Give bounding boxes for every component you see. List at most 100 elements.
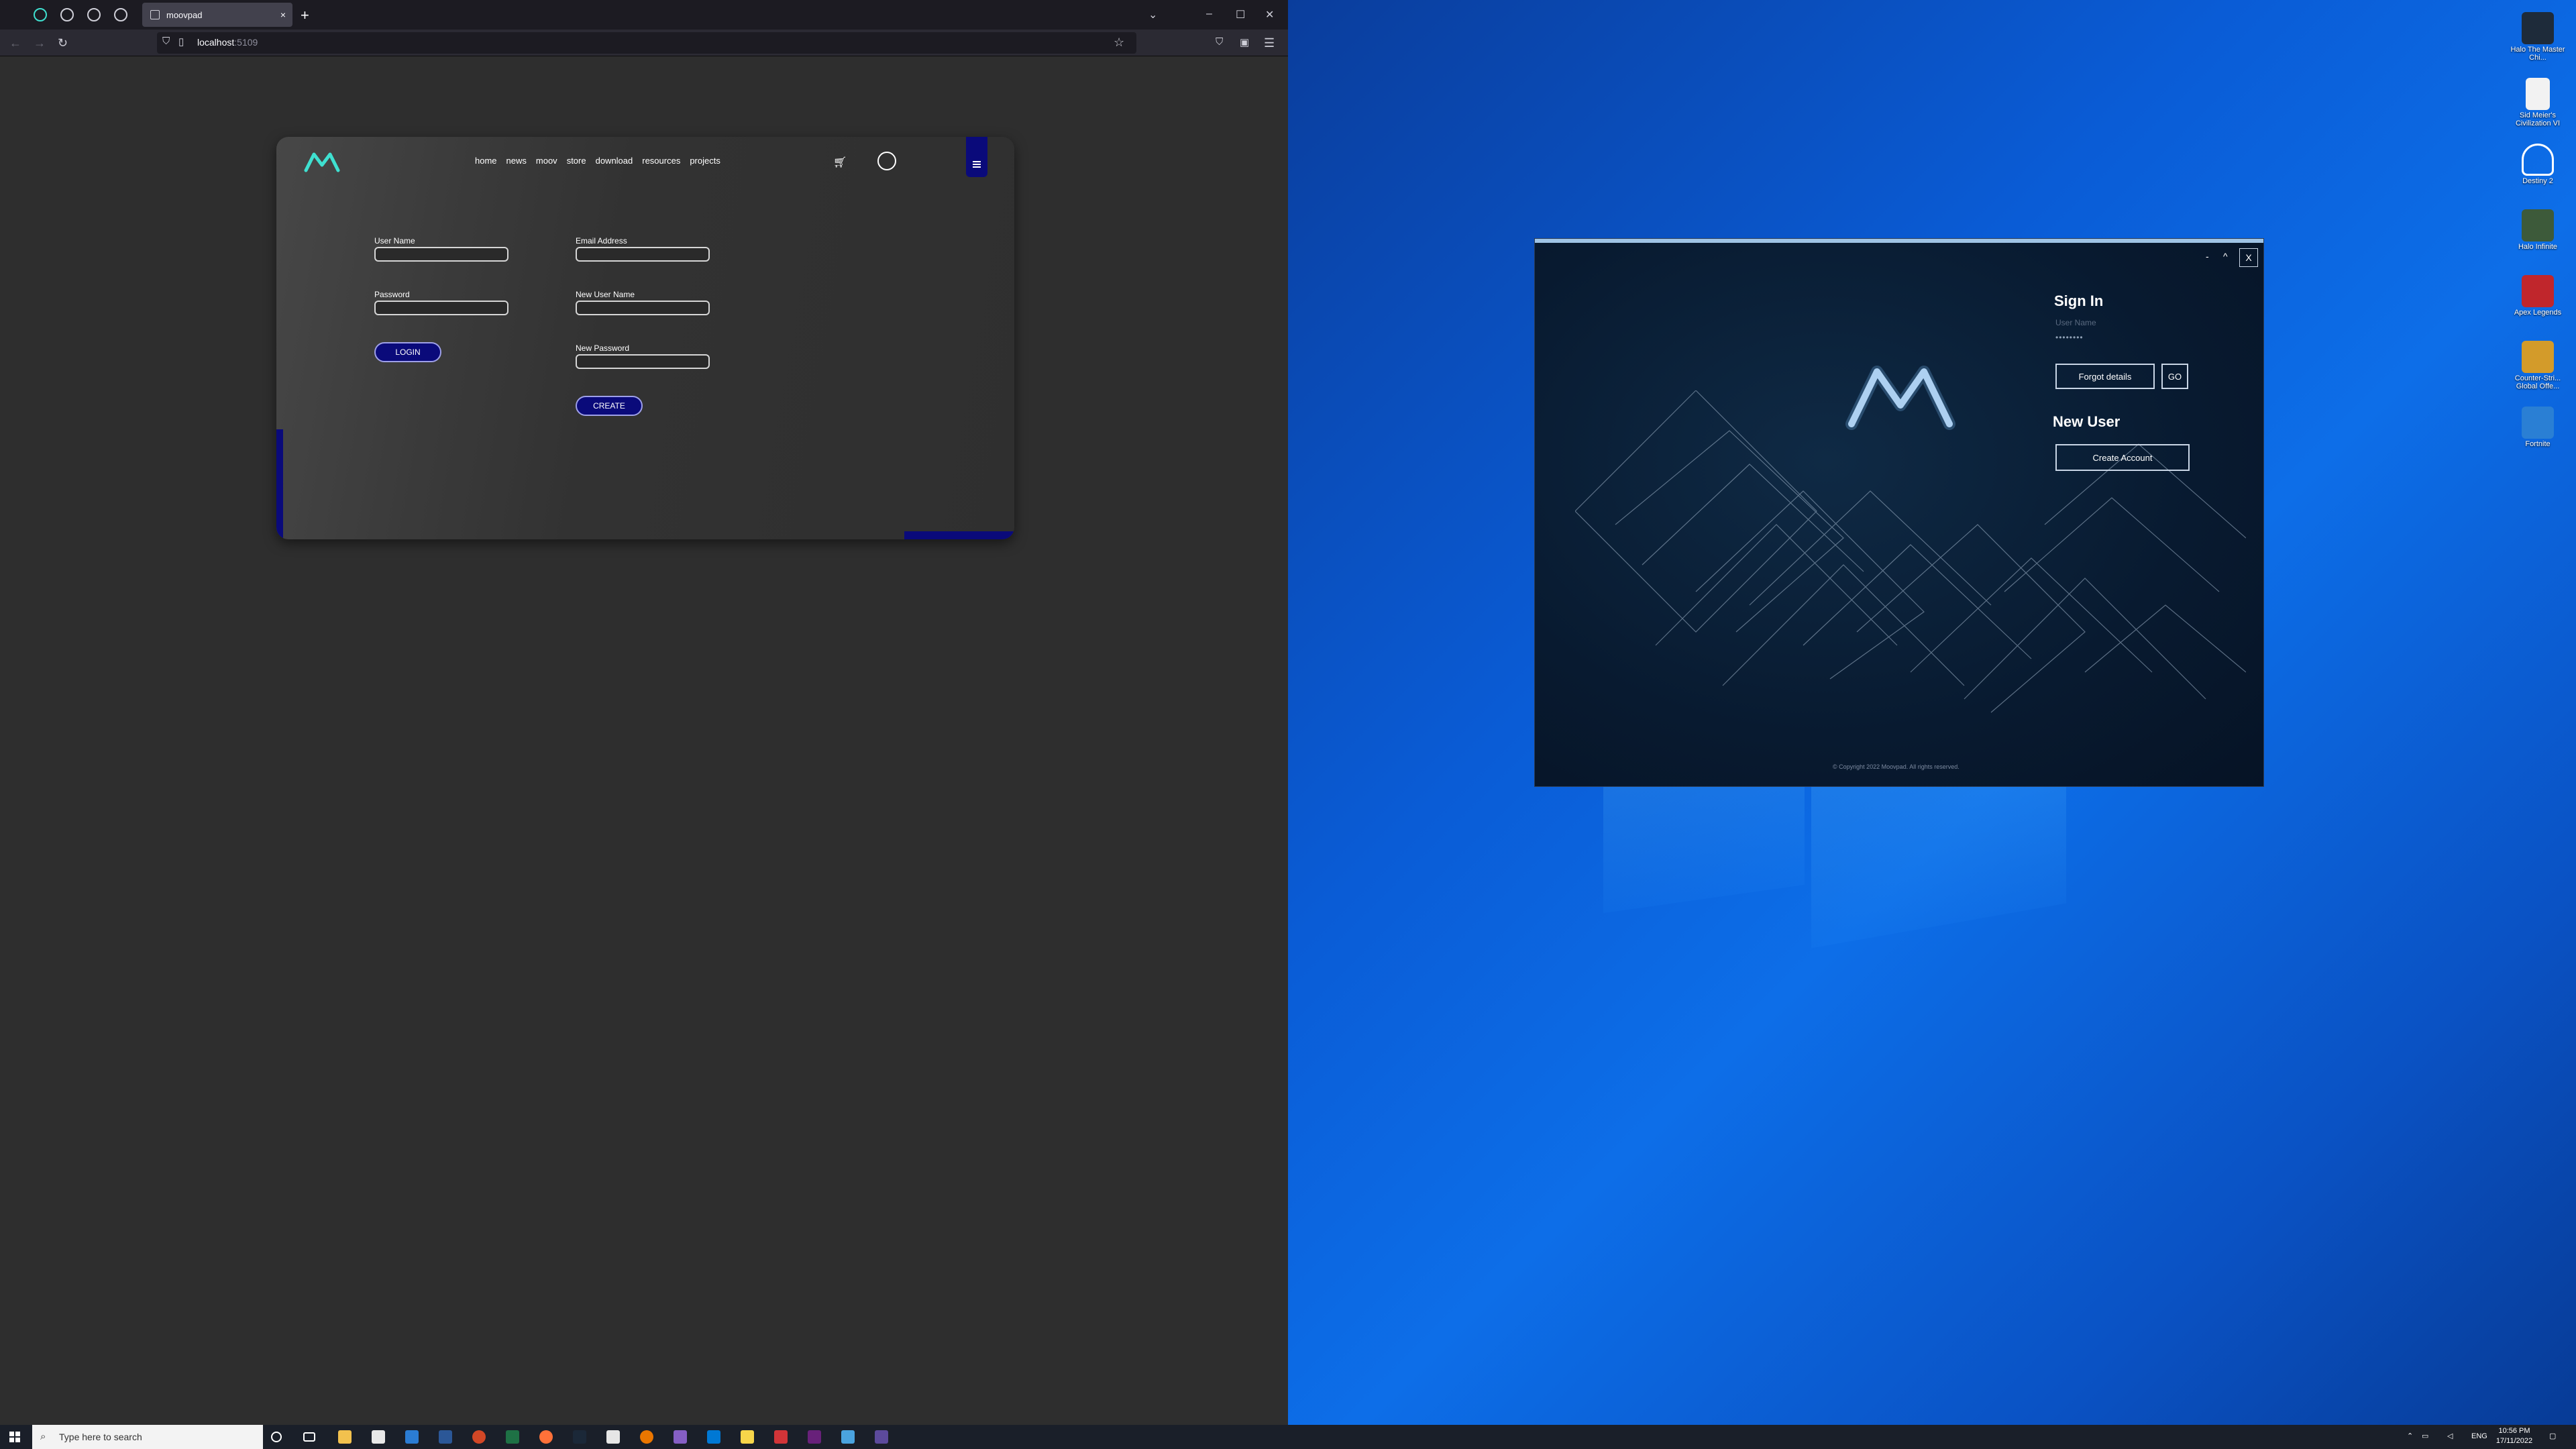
- nav-resources[interactable]: resources: [642, 156, 680, 166]
- powerpoint-icon[interactable]: [472, 1430, 486, 1444]
- create-account-button[interactable]: Create Account: [2055, 444, 2190, 471]
- url-text: localhost:5109: [197, 37, 258, 48]
- blender-icon[interactable]: [640, 1430, 653, 1444]
- visual-studio-2-icon[interactable]: [808, 1430, 821, 1444]
- search-placeholder: Type here to search: [59, 1432, 142, 1442]
- forward-icon[interactable]: →: [34, 36, 46, 50]
- back-icon[interactable]: ←: [9, 36, 21, 50]
- pinned-tab-3-icon[interactable]: [87, 8, 101, 21]
- new-password-label: New Password: [576, 343, 630, 353]
- desktop-icon-fortnite[interactable]: Fortnite: [2508, 401, 2568, 467]
- minimize-icon[interactable]: –: [1206, 8, 1212, 20]
- hamburger-menu-icon[interactable]: [966, 137, 987, 177]
- taskbar: ⌕ Type here to search ⌃ ▭ ◁ ENG 10:56 PM…: [0, 1425, 2576, 1449]
- cortana-icon[interactable]: [271, 1432, 282, 1442]
- tray-volume-icon[interactable]: ◁: [2447, 1432, 2453, 1440]
- firefox-icon[interactable]: [539, 1430, 553, 1444]
- file-explorer-icon[interactable]: [338, 1430, 352, 1444]
- tab-close-icon[interactable]: ×: [280, 9, 286, 20]
- new-tab-button[interactable]: +: [301, 7, 309, 24]
- clock[interactable]: 10:56 PM 17/11/2022: [2493, 1426, 2536, 1446]
- maximize-icon[interactable]: ☐: [1236, 8, 1245, 21]
- notifications-icon[interactable]: ▢: [2549, 1432, 2556, 1440]
- list-all-tabs-icon[interactable]: ⌄: [1148, 8, 1157, 21]
- new-username-input[interactable]: [576, 301, 710, 315]
- clock-time: 10:56 PM: [2498, 1427, 2530, 1435]
- site-card: home news moov store download resources …: [276, 137, 1014, 539]
- visual-studio-icon[interactable]: [674, 1430, 687, 1444]
- cart-icon[interactable]: 🛒︎: [833, 156, 847, 169]
- launcher-maximize-button[interactable]: ^: [2223, 251, 2228, 262]
- moovpad-logo-icon[interactable]: [303, 149, 341, 176]
- bookmark-star-icon[interactable]: ☆: [1114, 36, 1124, 50]
- store-icon[interactable]: [372, 1430, 385, 1444]
- launcher-username-input[interactable]: User Name: [2055, 318, 2096, 327]
- page-info-icon[interactable]: ▯: [178, 36, 184, 48]
- language-indicator[interactable]: ENG: [2471, 1432, 2487, 1440]
- nav-projects[interactable]: projects: [690, 156, 720, 166]
- email-input[interactable]: [576, 247, 710, 262]
- go-button[interactable]: GO: [2161, 364, 2188, 389]
- app-menu-icon[interactable]: ☰: [1264, 36, 1275, 50]
- tab-moovpad[interactable]: moovpad ×: [142, 3, 292, 27]
- page-viewport: home news moov store download resources …: [0, 56, 1288, 1425]
- login-button[interactable]: LOGIN: [374, 342, 441, 362]
- extensions-icon[interactable]: ▣: [1240, 36, 1249, 48]
- copyright-text: © Copyright 2022 Moovpad. All rights res…: [1833, 763, 1960, 770]
- nav-download[interactable]: download: [596, 156, 633, 166]
- create-button[interactable]: CREATE: [576, 396, 643, 416]
- close-window-icon[interactable]: ✕: [1265, 8, 1274, 21]
- pinned-tab-4-icon[interactable]: [114, 8, 127, 21]
- launcher-taskbar-icon[interactable]: [875, 1430, 888, 1444]
- pinned-tab-1-icon[interactable]: [34, 8, 47, 21]
- desktop-icon-halo-mcc[interactable]: Halo The Master Chi...: [2508, 7, 2568, 72]
- desktop-icon-apex[interactable]: Apex Legends: [2508, 270, 2568, 335]
- app-icon-red[interactable]: [774, 1430, 788, 1444]
- halo-mcc-icon: [2522, 12, 2554, 44]
- document-icon: [2526, 78, 2550, 110]
- excel-icon[interactable]: [506, 1430, 519, 1444]
- taskbar-search-input[interactable]: ⌕ Type here to search: [32, 1425, 263, 1449]
- user-account-icon[interactable]: [877, 152, 896, 170]
- launcher-close-button[interactable]: X: [2239, 248, 2258, 267]
- address-bar[interactable]: ⛉ ▯ localhost:5109 ☆: [157, 32, 1136, 54]
- email-label: Email Address: [576, 236, 627, 246]
- browser-window: moovpad × + ⌄ – ☐ ✕ ← → ↻ ⛉ ▯ localhost:…: [0, 0, 1288, 1425]
- forgot-details-button[interactable]: Forgot details: [2055, 364, 2155, 389]
- background-lines: [1575, 390, 2246, 713]
- task-view-icon[interactable]: [303, 1432, 315, 1442]
- tray-network-icon[interactable]: ▭: [2422, 1432, 2428, 1440]
- new-user-title: New User: [2053, 413, 2121, 430]
- steam-icon[interactable]: [573, 1430, 586, 1444]
- desktop-icon-destiny2[interactable]: Destiny 2: [2508, 138, 2568, 204]
- nav-store[interactable]: store: [567, 156, 586, 166]
- fortnite-icon: [2522, 407, 2554, 439]
- shield-icon[interactable]: ⛉: [162, 36, 170, 47]
- nav-home[interactable]: home: [475, 156, 497, 166]
- tab-title: moovpad: [166, 9, 203, 20]
- epic-games-icon[interactable]: [606, 1430, 620, 1444]
- username-input[interactable]: [374, 247, 508, 262]
- new-username-label: New User Name: [576, 290, 635, 299]
- pocket-icon[interactable]: ⛉: [1216, 36, 1223, 48]
- new-password-input[interactable]: [576, 354, 710, 369]
- moovpad-logo-large-icon: [1845, 366, 1955, 430]
- app-icon-blue[interactable]: [841, 1430, 855, 1444]
- start-windows-icon[interactable]: [9, 1432, 20, 1442]
- launcher-minimize-button[interactable]: -: [2206, 251, 2209, 262]
- nav-moov[interactable]: moov: [536, 156, 557, 166]
- mail-icon[interactable]: [405, 1430, 419, 1444]
- password-input[interactable]: [374, 301, 508, 315]
- word-icon[interactable]: [439, 1430, 452, 1444]
- navigation-bar: ← → ↻ ⛉ ▯ localhost:5109 ☆ ⛉ ▣ ☰: [0, 30, 1288, 56]
- desktop-icon-csgo[interactable]: Counter-Stri... Global Offe...: [2508, 335, 2568, 401]
- reload-icon[interactable]: ↻: [58, 36, 68, 50]
- desktop-icon-civ6[interactable]: Sid Meier's Civilization VI: [2508, 72, 2568, 138]
- nav-news[interactable]: news: [506, 156, 527, 166]
- sticky-notes-icon[interactable]: [741, 1430, 754, 1444]
- launcher-password-input[interactable]: ••••••••: [2055, 333, 2084, 342]
- tray-overflow-icon[interactable]: ⌃: [2407, 1432, 2413, 1440]
- pinned-tab-2-icon[interactable]: [60, 8, 74, 21]
- vscode-icon[interactable]: [707, 1430, 720, 1444]
- desktop-icon-halo-infinite[interactable]: Halo Infinite: [2508, 204, 2568, 270]
